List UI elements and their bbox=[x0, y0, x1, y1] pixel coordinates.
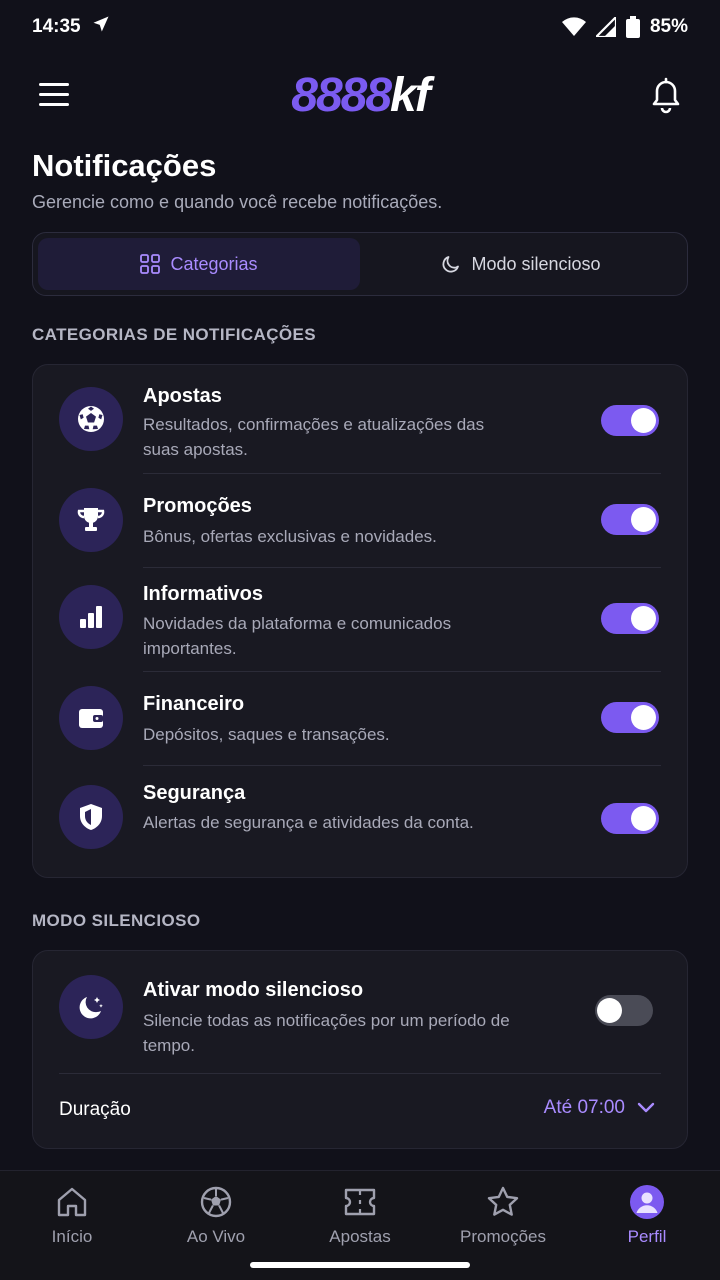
nav-inicio[interactable]: Início bbox=[17, 1185, 127, 1247]
nav-ao-vivo[interactable]: Ao Vivo bbox=[161, 1185, 271, 1247]
tab-modo-silencioso[interactable]: Modo silencioso bbox=[360, 238, 682, 290]
category-row-informativos: Informativos Novidades da plataforma e c… bbox=[33, 567, 687, 671]
status-time: 14:35 bbox=[32, 16, 81, 37]
home-indicator bbox=[250, 1262, 470, 1268]
category-title: Financeiro bbox=[143, 693, 245, 715]
categories-card: Apostas Resultados, confirmações e atual… bbox=[32, 364, 688, 878]
notifications-button[interactable] bbox=[648, 74, 684, 114]
tab-categorias-label: Categorias bbox=[170, 253, 258, 274]
duration-value: Até 07:00 bbox=[543, 1097, 625, 1118]
nav-perfil[interactable]: Perfil bbox=[592, 1185, 702, 1247]
category-title: Promoções bbox=[143, 495, 252, 517]
page-title: Notificações bbox=[32, 148, 217, 183]
bar-chart-icon bbox=[59, 585, 123, 649]
soccer-ball-icon bbox=[59, 387, 123, 451]
category-row-seguranca: Segurança Alertas de segurança e ativida… bbox=[33, 765, 687, 876]
menu-button[interactable] bbox=[36, 80, 72, 110]
category-description: Novidades da plataforma e comunicados im… bbox=[143, 614, 452, 658]
toggle-apostas[interactable] bbox=[601, 405, 659, 436]
nav-ao-vivo-label: Ao Vivo bbox=[186, 1227, 246, 1246]
signal-icon bbox=[595, 17, 616, 37]
battery-icon bbox=[625, 16, 640, 38]
grid-icon bbox=[140, 254, 161, 274]
toggle-informativos[interactable] bbox=[601, 603, 659, 634]
nav-perfil-label: Perfil bbox=[627, 1227, 667, 1246]
toggle-seguranca[interactable] bbox=[601, 803, 659, 834]
app-logo: 8888kf bbox=[291, 68, 431, 123]
category-row-promocoes: Promoções Bônus, ofertas exclusivas e no… bbox=[33, 473, 687, 567]
toggle-knob bbox=[631, 507, 656, 532]
nav-promocoes-label: Promoções bbox=[460, 1227, 546, 1246]
moon-icon bbox=[442, 256, 460, 273]
toggle-knob bbox=[631, 705, 656, 730]
category-description: Bônus, ofertas exclusivas e novidades. bbox=[143, 527, 437, 546]
toggle-knob bbox=[631, 408, 656, 433]
category-row-financeiro: Financeiro Depósitos, saques e transaçõe… bbox=[33, 671, 687, 765]
wifi-icon bbox=[561, 17, 586, 37]
silent-mode-card: Ativar modo silencioso Silencie todas as… bbox=[32, 950, 688, 1149]
status-bar: 14:35 85% bbox=[0, 0, 720, 54]
toggle-knob bbox=[631, 606, 656, 631]
toggle-silent-mode[interactable] bbox=[595, 995, 653, 1026]
soccer-ball-icon bbox=[161, 1185, 271, 1219]
category-title: Segurança bbox=[143, 782, 246, 804]
tab-modo-silencioso-label: Modo silencioso bbox=[471, 253, 601, 274]
silent-mode-description: Silencie todas as notificações por um pe… bbox=[143, 1011, 510, 1055]
duration-label: Duração bbox=[59, 1099, 131, 1120]
toggle-financeiro[interactable] bbox=[601, 702, 659, 733]
chevron-down-icon bbox=[637, 1102, 655, 1113]
profile-icon bbox=[592, 1185, 702, 1219]
home-icon bbox=[17, 1185, 127, 1219]
category-description: Alertas de segurança e atividades da con… bbox=[143, 813, 474, 832]
logo-number: 8888 bbox=[291, 69, 392, 122]
toggle-promocoes[interactable] bbox=[601, 504, 659, 535]
duration-row[interactable]: Duração Até 07:00 bbox=[33, 1073, 687, 1149]
category-description: Depósitos, saques e transações. bbox=[143, 725, 390, 744]
toggle-knob bbox=[631, 806, 656, 831]
hamburger-icon bbox=[39, 83, 69, 106]
ticket-icon bbox=[305, 1185, 415, 1219]
category-row-apostas: Apostas Resultados, confirmações e atual… bbox=[33, 365, 687, 473]
nav-inicio-label: Início bbox=[51, 1227, 93, 1246]
duration-select[interactable]: Até 07:00 bbox=[544, 1097, 655, 1119]
bell-icon bbox=[652, 77, 680, 114]
category-description: Resultados, confirmações e atualizações … bbox=[143, 415, 485, 459]
shield-icon bbox=[59, 785, 123, 849]
location-arrow-icon bbox=[91, 14, 111, 40]
nav-apostas-label: Apostas bbox=[329, 1227, 391, 1246]
moon-stars-icon bbox=[59, 975, 123, 1039]
page-subtitle: Gerencie como e quando você recebe notif… bbox=[32, 192, 443, 212]
tab-categorias[interactable]: Categorias bbox=[38, 238, 360, 290]
toggle-knob bbox=[597, 998, 622, 1023]
category-title: Apostas bbox=[143, 385, 222, 407]
category-title: Informativos bbox=[143, 583, 264, 605]
nav-apostas[interactable]: Apostas bbox=[305, 1185, 415, 1247]
star-icon bbox=[448, 1185, 558, 1219]
silent-section-label: MODO SILENCIOSO bbox=[32, 911, 201, 930]
silent-mode-title: Ativar modo silencioso bbox=[143, 979, 364, 1001]
nav-promocoes[interactable]: Promoções bbox=[448, 1185, 558, 1247]
categories-section-label: CATEGORIAS DE NOTIFICAÇÕES bbox=[32, 325, 316, 344]
notification-tabs: Categorias Modo silencioso bbox=[32, 232, 688, 296]
logo-text: kf bbox=[390, 69, 431, 122]
app-header: 8888kf bbox=[0, 60, 720, 130]
wallet-icon bbox=[59, 686, 123, 750]
trophy-icon bbox=[59, 488, 123, 552]
battery-percent: 85% bbox=[649, 16, 688, 37]
